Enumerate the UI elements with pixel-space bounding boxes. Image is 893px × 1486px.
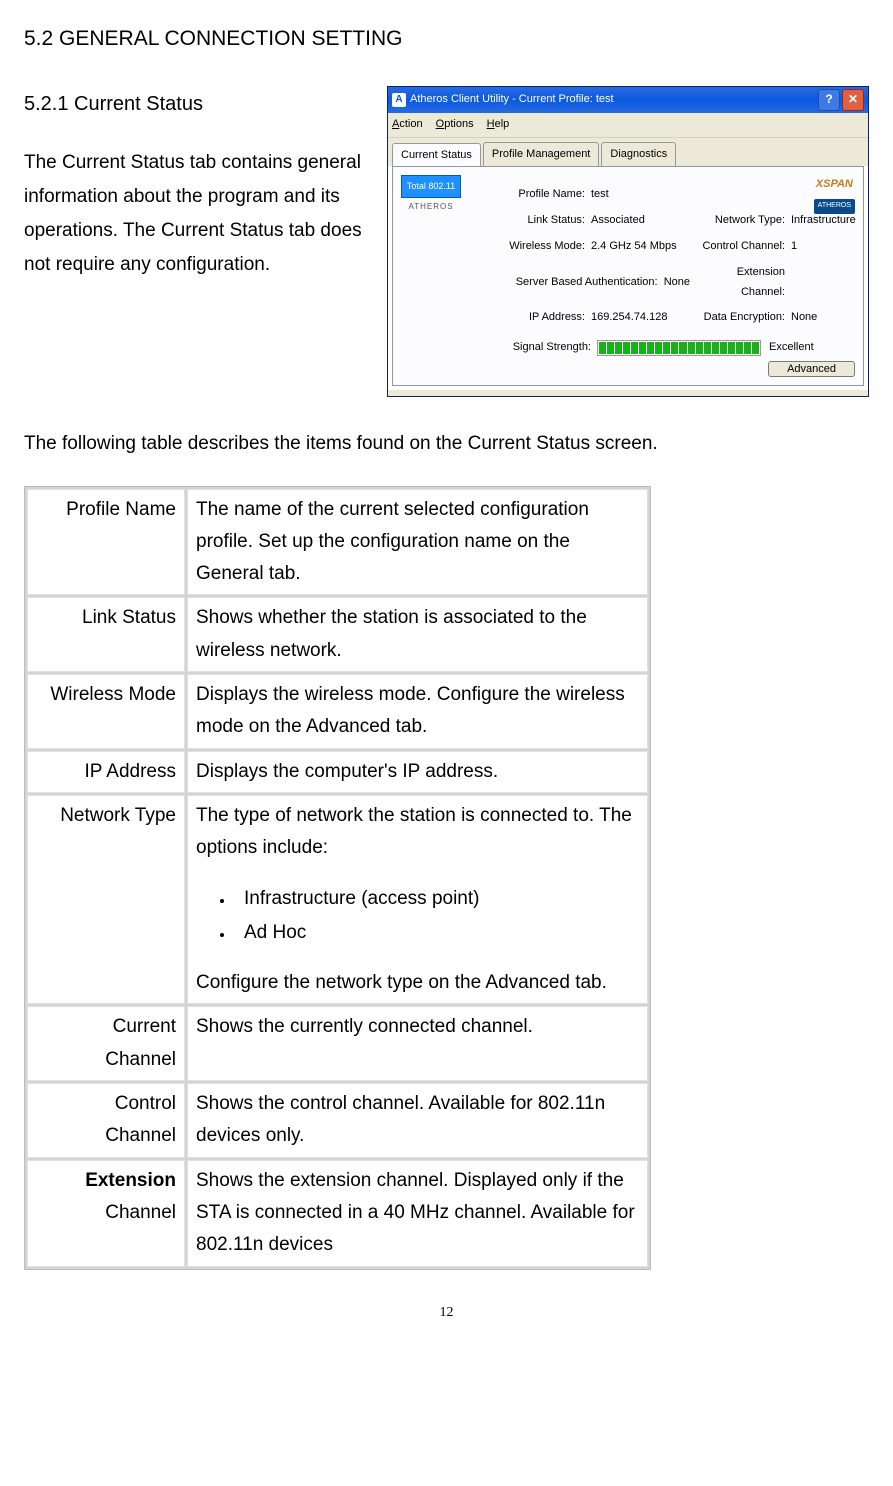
- label-data-encryption: Data Encryption:: [696, 308, 791, 328]
- atheros-text: ATHEROS: [401, 200, 461, 214]
- list-item: Infrastructure (access point): [234, 883, 639, 915]
- cell-label: IP Address: [27, 751, 185, 793]
- cell-label: ExtensionChannel: [27, 1160, 185, 1267]
- xspan-logo: XSPAN: [814, 175, 855, 195]
- table-row: ControlChannel Shows the control channel…: [27, 1083, 648, 1158]
- total-80211-badge: Total 802.11: [401, 175, 461, 197]
- menu-bar: Action Options Help: [388, 113, 868, 138]
- brand-atheros-badge: Total 802.11 ATHEROS: [401, 175, 461, 214]
- app-icon: A: [392, 93, 406, 107]
- description-table: Profile Name The name of the current sel…: [24, 486, 651, 1270]
- subsection-heading: 5.2.1 Current Status: [24, 86, 375, 122]
- table-row: CurrentChannel Shows the currently conne…: [27, 1006, 648, 1081]
- tab-current-status[interactable]: Current Status: [392, 143, 481, 168]
- cell-label: Network Type: [27, 795, 185, 1004]
- window-footer: [388, 390, 868, 396]
- cell-label: CurrentChannel: [27, 1006, 185, 1081]
- tab-panel-current-status: Total 802.11 ATHEROS XSPAN ATHEROS Profi…: [392, 166, 864, 386]
- value-server-auth: None: [664, 276, 690, 288]
- table-row: Link Status Shows whether the station is…: [27, 597, 648, 672]
- close-button[interactable]: ✕: [842, 89, 864, 111]
- app-window: A Atheros Client Utility - Current Profi…: [387, 86, 869, 398]
- table-row: Profile Name The name of the current sel…: [27, 489, 648, 596]
- cell-desc: Shows the extension channel. Displayed o…: [187, 1160, 648, 1267]
- table-row: ExtensionChannel Shows the extension cha…: [27, 1160, 648, 1267]
- cell-desc: The name of the current selected configu…: [187, 489, 648, 596]
- table-row: Network Type The type of network the sta…: [27, 795, 648, 1004]
- tab-bar: Current Status Profile Management Diagno…: [388, 138, 868, 167]
- table-row: IP Address Displays the computer's IP ad…: [27, 751, 648, 793]
- window-title: Atheros Client Utility - Current Profile…: [410, 90, 818, 110]
- advanced-button[interactable]: Advanced: [768, 361, 855, 377]
- brand-xspan: XSPAN ATHEROS: [814, 175, 855, 215]
- cell-desc: Shows the control channel. Available for…: [187, 1083, 648, 1158]
- cell-label: Wireless Mode: [27, 674, 185, 749]
- help-button[interactable]: ?: [818, 89, 840, 111]
- label-wireless-mode: Wireless Mode:: [481, 237, 591, 257]
- menu-help[interactable]: Help: [487, 118, 510, 130]
- label-control-channel: Control Channel:: [696, 237, 791, 257]
- value-ip-address: 169.254.74.128: [591, 308, 696, 328]
- label-server-auth: Server Based Authentication: None: [481, 273, 696, 293]
- cell-desc: Displays the computer's IP address.: [187, 751, 648, 793]
- cell-label: ControlChannel: [27, 1083, 185, 1158]
- cell-desc: Shows whether the station is associated …: [187, 597, 648, 672]
- value-signal-strength: Excellent: [769, 338, 814, 358]
- value-link-status: Associated: [591, 211, 696, 231]
- list-item: Ad Hoc: [234, 917, 639, 949]
- label-signal-strength: Signal Strength:: [481, 338, 597, 358]
- cell-desc: The type of network the station is conne…: [187, 795, 648, 1004]
- value-wireless-mode: 2.4 GHz 54 Mbps: [591, 237, 696, 257]
- cell-label: Link Status: [27, 597, 185, 672]
- menu-options[interactable]: Options: [436, 118, 474, 130]
- cell-desc: Displays the wireless mode. Configure th…: [187, 674, 648, 749]
- label-ip-address: IP Address:: [481, 308, 591, 328]
- page-number: 12: [24, 1300, 869, 1325]
- value-data-encryption: None: [791, 308, 871, 328]
- label-extension-channel: Extension Channel:: [696, 263, 791, 303]
- signal-strength-bar: [597, 340, 761, 356]
- window-titlebar: A Atheros Client Utility - Current Profi…: [388, 87, 868, 113]
- tab-diagnostics[interactable]: Diagnostics: [601, 142, 676, 167]
- intro-paragraph: The Current Status tab contains general …: [24, 146, 375, 283]
- atheros-pill: ATHEROS: [814, 199, 855, 214]
- value-profile-name: test: [591, 185, 696, 205]
- cell-label: Profile Name: [27, 489, 185, 596]
- section-heading: 5.2 GENERAL CONNECTION SETTING: [24, 20, 869, 58]
- table-row: Wireless Mode Displays the wireless mode…: [27, 674, 648, 749]
- menu-action[interactable]: Action: [392, 118, 423, 130]
- label-network-type: Network Type:: [696, 211, 791, 231]
- label-link-status: Link Status:: [481, 211, 591, 231]
- table-intro-paragraph: The following table describes the items …: [24, 427, 869, 461]
- value-control-channel: 1: [791, 237, 871, 257]
- cell-desc: Shows the currently connected channel.: [187, 1006, 648, 1081]
- tab-profile-management[interactable]: Profile Management: [483, 142, 599, 167]
- label-profile-name: Profile Name:: [481, 185, 591, 205]
